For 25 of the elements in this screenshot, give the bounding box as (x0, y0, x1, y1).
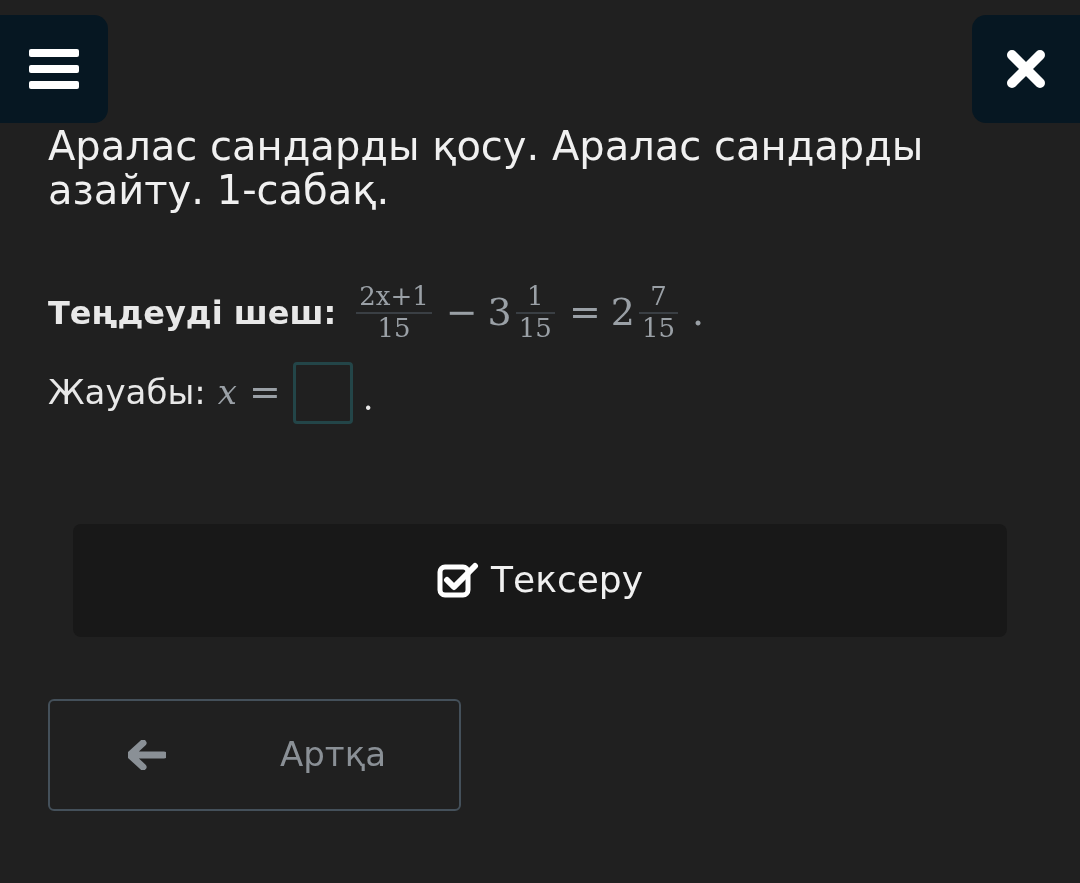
numerator: 1 (526, 282, 545, 312)
math-symbol: = (568, 289, 601, 337)
whole-number: 3 (487, 289, 512, 337)
math-symbol: . (692, 289, 705, 337)
numerator: 7 (649, 282, 668, 312)
denominator: 15 (376, 313, 412, 344)
arrow-left-icon (128, 739, 166, 770)
menu-icon (29, 49, 79, 89)
math-symbol: . (362, 376, 374, 420)
task-label: Теңдеуді шеш: (48, 292, 337, 334)
answer-label: Жауабы: (48, 371, 206, 415)
close-button[interactable] (972, 15, 1080, 123)
check-button[interactable]: Тексеру (73, 523, 1007, 637)
back-button[interactable]: Артқа (48, 698, 461, 811)
denominator: 15 (517, 313, 553, 344)
checkbox-icon (437, 562, 479, 599)
lesson-title: Аралас сандарды қосу. Аралас сандарды азайту. 1-сабақ. (48, 124, 925, 212)
math-symbol: = (248, 369, 281, 417)
close-icon (1006, 49, 1046, 89)
menu-button[interactable] (0, 15, 108, 123)
whole-number: 2 (610, 289, 635, 337)
numerator: 2x+1 (358, 282, 430, 312)
math-variable: x (217, 371, 237, 415)
denominator: 15 (640, 313, 676, 344)
math-symbol: − (445, 289, 478, 337)
